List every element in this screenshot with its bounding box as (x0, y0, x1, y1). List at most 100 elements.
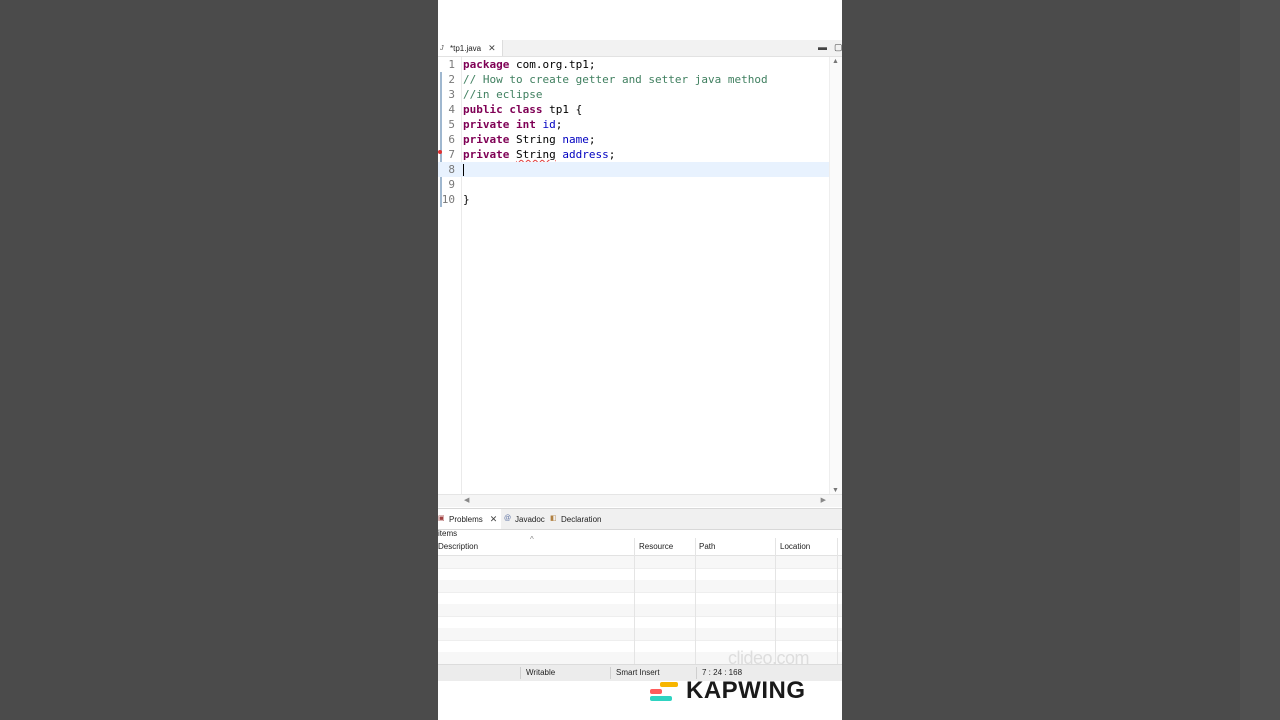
editor-tab[interactable]: J *tp1.java ✕ (438, 40, 503, 56)
code-token: id (542, 118, 556, 131)
tab-declaration-label: Declaration (561, 514, 602, 524)
code-token: } (463, 193, 470, 206)
problems-table: Description ^ Resource Path Location (438, 535, 842, 665)
code-token: public (463, 103, 503, 116)
editor-tab-label: *tp1.java (450, 43, 482, 53)
code-token: address (562, 148, 609, 161)
code-token: ; (555, 118, 563, 131)
line-number: 10 (441, 193, 455, 206)
code-token: package (463, 58, 510, 71)
kapwing-mark-icon (650, 681, 680, 701)
tab-declaration[interactable]: ◧ Declaration (550, 509, 601, 529)
code-line[interactable]: 4 public class tp1 { (438, 102, 829, 117)
eclipse-window: J *tp1.java ✕ ▬ ▢ 1 package com.org.tp1; 2… (438, 0, 842, 720)
code-token: com.org.tp1; (509, 58, 596, 71)
line-code: } (463, 192, 470, 207)
line-code: // How to create getter and setter java … (463, 72, 768, 87)
code-token: tp1 { (542, 103, 583, 116)
vertical-scrollbar[interactable]: ▲ ▼ (829, 57, 842, 494)
line-number: 4 (448, 103, 455, 116)
items-count: items (438, 529, 458, 538)
code-line[interactable]: 3 //in eclipse (438, 87, 829, 102)
line-number: 1 (448, 58, 455, 71)
sort-ascending-icon: ^ (530, 535, 534, 544)
code-token: private (463, 118, 510, 131)
column-divider (775, 538, 776, 664)
column-divider (837, 538, 838, 664)
line-number: 5 (448, 118, 455, 131)
bottom-panel-tabs: ▣ Problems ✕ @ Javadoc ◧ Declaration (438, 508, 842, 530)
scroll-up-icon[interactable]: ▲ (832, 58, 839, 65)
code-token: ; (588, 133, 596, 146)
code-line[interactable]: 9 (438, 177, 829, 192)
status-divider (610, 667, 611, 679)
column-resource[interactable]: Resource (639, 542, 673, 551)
minimize-icon[interactable]: ▬ (818, 42, 827, 52)
code-line[interactable]: 6 private String name; (438, 132, 829, 147)
horizontal-scrollbar[interactable]: ◀ ▶ (438, 494, 842, 507)
column-description[interactable]: Description (438, 542, 478, 551)
status-insert-mode: Smart Insert (616, 668, 660, 677)
line-code: private int id; (463, 117, 562, 132)
code-token: private (463, 148, 510, 161)
problems-icon: ▣ (438, 515, 445, 522)
code-line[interactable]: 10} (438, 192, 829, 207)
editor-tab-bar: J *tp1.java ✕ ▬ ▢ (438, 40, 842, 57)
line-number: 2 (448, 73, 455, 86)
tab-javadoc[interactable]: @ Javadoc (504, 509, 545, 529)
line-code: public class tp1 { (463, 102, 582, 117)
code-token: private (463, 133, 510, 146)
declaration-icon: ◧ (550, 515, 557, 522)
scroll-right-icon[interactable]: ▶ (821, 496, 826, 504)
close-icon[interactable]: ✕ (490, 514, 498, 525)
line-code: package com.org.tp1; (463, 57, 595, 72)
tab-problems[interactable]: ▣ Problems ✕ (438, 509, 502, 529)
column-location[interactable]: Location (780, 542, 810, 551)
tab-problems-label: Problems (449, 514, 483, 524)
line-number: 3 (448, 88, 455, 101)
scroll-down-icon[interactable]: ▼ (832, 487, 839, 494)
maximize-icon[interactable]: ▢ (834, 42, 842, 53)
close-icon[interactable]: ✕ (488, 43, 496, 54)
code-line[interactable]: 5 private int id; (438, 117, 829, 132)
code-editor[interactable]: 1 package com.org.tp1; 2 // How to create g… (438, 57, 842, 494)
line-number: 6 (448, 133, 455, 146)
code-line[interactable]: 8 (438, 162, 829, 177)
kapwing-logo: KAPWING (650, 677, 806, 704)
line-code: private String address; (463, 147, 615, 162)
column-path[interactable]: Path (699, 542, 715, 551)
status-divider (520, 667, 521, 679)
line-code: //in eclipse (463, 87, 542, 102)
status-writable: Writable (526, 668, 556, 677)
table-header: Description ^ Resource Path Location (438, 535, 842, 556)
column-divider (695, 538, 696, 664)
letterbox-right (842, 0, 1280, 720)
code-token: class (509, 103, 543, 116)
code-line[interactable]: 1 package com.org.tp1; (438, 57, 829, 72)
letterbox-right-edge (1240, 0, 1280, 720)
line-number: 8 (448, 163, 455, 176)
column-divider (634, 538, 635, 664)
code-token: //in eclipse (463, 88, 543, 101)
text-caret (463, 164, 464, 176)
code-token: int (515, 118, 536, 131)
java-file-icon: J (440, 44, 444, 52)
line-code: private String name; (463, 132, 595, 147)
line-number: 9 (448, 178, 455, 191)
letterbox-left (0, 0, 438, 720)
clideo-watermark: clideo.com (728, 648, 810, 668)
tab-javadoc-label: Javadoc (515, 514, 545, 524)
scroll-left-icon[interactable]: ◀ (464, 496, 469, 504)
code-token: ; (608, 148, 616, 161)
code-token: // How to create getter and setter java … (463, 73, 768, 86)
code-token: name (562, 133, 589, 146)
code-token: String (515, 148, 556, 161)
code-token: String (509, 133, 563, 146)
line-number: 7 (448, 148, 455, 161)
kapwing-wordmark: KAPWING (686, 677, 806, 704)
code-line[interactable]: 2 // How to create getter and setter java… (438, 72, 829, 87)
status-cursor-position: 7 : 24 : 168 (702, 668, 743, 677)
code-line[interactable]: 7 private String address; (438, 147, 829, 162)
